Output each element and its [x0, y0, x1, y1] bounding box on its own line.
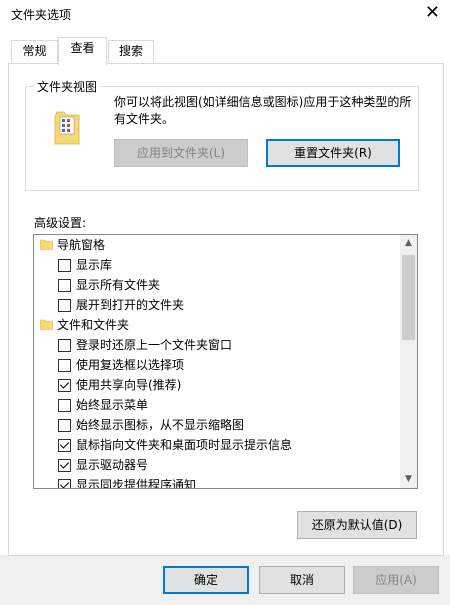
- cancel-button[interactable]: 取消: [259, 566, 345, 594]
- close-icon[interactable]: ✕: [425, 3, 440, 23]
- checkbox[interactable]: [58, 379, 71, 392]
- apply-to-folders-button[interactable]: 应用到文件夹(L): [114, 139, 248, 167]
- scroll-down-icon[interactable]: ▼: [400, 471, 417, 488]
- advanced-settings-tree[interactable]: 显示同步提供程序通知 显示驱动器号 鼠标指向文件夹和桌面项时显示提示信息 始终显示图标…: [33, 234, 418, 489]
- folder-views-group: 文件夹视图 你可以将此视图(如详细信息或图标)应用于这种类型的所有文件夹。 应用…: [25, 78, 419, 191]
- window-title: 文件夹选项: [11, 8, 72, 22]
- tab-general[interactable]: 常规: [11, 40, 58, 62]
- ok-button[interactable]: 确定: [163, 566, 249, 594]
- advanced-settings-label: 高级设置:: [34, 216, 87, 230]
- title-bar: 文件夹选项 ✕: [0, 0, 450, 30]
- checkbox-label: 使用共享向导(推荐): [76, 378, 182, 392]
- checkbox[interactable]: [58, 459, 71, 472]
- tree-folder-label: 文件和文件夹: [57, 318, 130, 332]
- checkbox[interactable]: [58, 359, 71, 372]
- folder-views-title: 文件夹视图: [34, 78, 101, 95]
- scroll-up-icon[interactable]: ▲: [400, 235, 417, 252]
- checkbox[interactable]: [58, 339, 71, 352]
- checkbox-label: 鼠标指向文件夹和桌面项时显示提示信息: [76, 438, 293, 452]
- restore-defaults-button[interactable]: 还原为默认值(D): [297, 511, 417, 539]
- checkbox[interactable]: [58, 439, 71, 452]
- scroll-thumb[interactable]: [402, 255, 415, 340]
- checkbox[interactable]: [58, 419, 71, 432]
- checkbox[interactable]: [58, 479, 71, 488]
- apply-button[interactable]: 应用(A): [353, 566, 439, 594]
- checkbox-label: 始终显示图标，从不显示缩略图: [76, 418, 245, 432]
- dialog-footer: 确定 取消 应用(A): [0, 555, 450, 605]
- tree-folder-label: 导航窗格: [57, 238, 106, 252]
- checkbox-label: 显示库: [76, 258, 113, 272]
- checkbox-label: 登录时还原上一个文件夹窗口: [76, 338, 233, 352]
- checkbox-label: 使用复选框以选择项: [76, 358, 185, 372]
- folder-views-description: 你可以将此视图(如详细信息或图标)应用于这种类型的所有文件夹。: [114, 95, 412, 126]
- checkbox-label: 始终显示菜单: [76, 398, 149, 412]
- reset-folders-button[interactable]: 重置文件夹(R): [266, 139, 400, 167]
- checkbox[interactable]: [58, 299, 71, 312]
- checkbox-label: 显示同步提供程序通知: [76, 478, 197, 489]
- checkbox[interactable]: [58, 399, 71, 412]
- checkbox-label: 显示所有文件夹: [76, 278, 161, 292]
- folder-open-icon: [40, 239, 53, 250]
- tab-strip: 常规 查看 搜索: [0, 30, 450, 65]
- folder-view-icon: [54, 111, 80, 145]
- vertical-scrollbar[interactable]: ▲ ▼: [400, 235, 417, 488]
- tab-search[interactable]: 搜索: [108, 40, 154, 62]
- checkbox[interactable]: [58, 259, 71, 272]
- folder-icon: [40, 319, 53, 330]
- tab-view[interactable]: 查看: [58, 37, 107, 65]
- checkbox[interactable]: [58, 279, 71, 292]
- checkbox-label: 展开到打开的文件夹: [76, 298, 185, 312]
- checkbox-label: 显示驱动器号: [76, 458, 149, 472]
